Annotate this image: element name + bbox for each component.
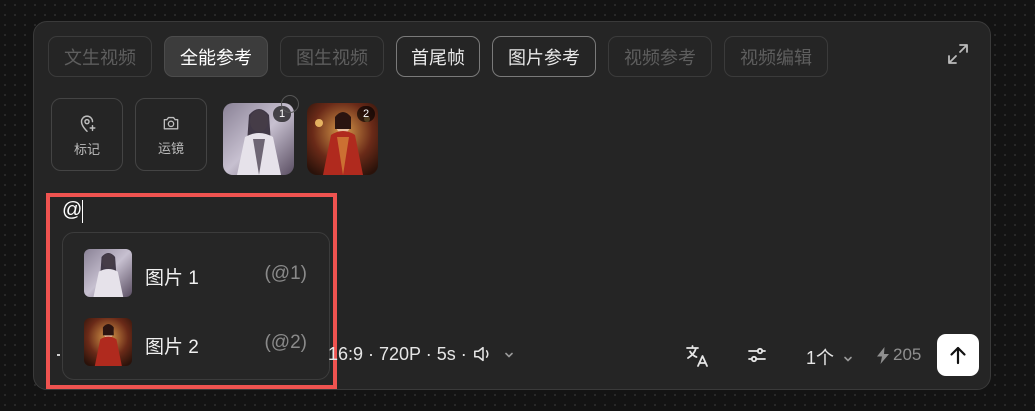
lightning-icon bbox=[877, 347, 889, 364]
sliders-icon[interactable] bbox=[745, 343, 769, 367]
tab-text-to-video[interactable]: 文生视频 bbox=[48, 36, 152, 77]
remove-image-button[interactable] bbox=[281, 95, 299, 113]
translate-icon[interactable] bbox=[684, 343, 710, 369]
camera-motion-label: 运镜 bbox=[157, 140, 184, 156]
tab-video-edit[interactable]: 视频编辑 bbox=[724, 36, 828, 77]
thumbnail-badge: 2 bbox=[357, 106, 375, 122]
video-settings-selector[interactable]: 16:9 · 720P · 5s · bbox=[328, 344, 515, 365]
reference-image-2[interactable]: 2 bbox=[307, 103, 378, 175]
footer-dot bbox=[57, 354, 60, 356]
mark-button-label: 标记 bbox=[73, 141, 100, 157]
tab-image-reference[interactable]: 图片参考 bbox=[492, 36, 596, 77]
send-button[interactable] bbox=[937, 334, 979, 376]
expand-icon[interactable] bbox=[946, 42, 970, 66]
chevron-down-icon bbox=[504, 352, 513, 358]
camera-motion-button[interactable]: 运镜 bbox=[135, 98, 207, 171]
tab-image-to-video[interactable]: 图生视频 bbox=[280, 36, 384, 77]
highlight-box bbox=[46, 193, 337, 389]
camera-icon bbox=[163, 116, 179, 129]
chevron-down-icon bbox=[844, 356, 852, 362]
speaker-icon bbox=[473, 346, 489, 362]
output-count-label: 1个 bbox=[806, 348, 835, 368]
mark-button[interactable]: 标记 bbox=[51, 98, 123, 171]
output-count-selector[interactable]: 1个 bbox=[806, 344, 854, 370]
credits-count: 205 bbox=[893, 345, 922, 364]
tab-omni-reference[interactable]: 全能参考 bbox=[164, 36, 268, 77]
tab-first-last-frame[interactable]: 首尾帧 bbox=[396, 36, 480, 77]
tab-video-reference[interactable]: 视频参考 bbox=[608, 36, 712, 77]
video-settings-text: 16:9 · 720P · 5s · bbox=[328, 344, 467, 364]
arrow-up-icon bbox=[950, 346, 966, 365]
reference-image-1[interactable]: 1 bbox=[223, 103, 294, 175]
location-pin-plus-icon bbox=[80, 114, 96, 132]
